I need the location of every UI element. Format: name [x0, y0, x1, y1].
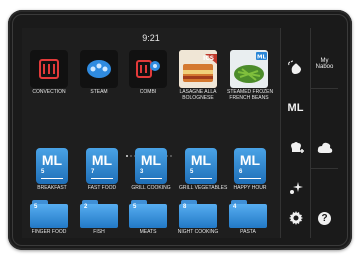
svg-text:ML: ML	[257, 55, 266, 61]
tile-combi[interactable]: COMBI	[126, 50, 170, 96]
svg-text:ICS: ICS	[203, 55, 214, 62]
main-grid: CONVECTION STEAM COMBI ICS LASAGNE ALLA …	[22, 48, 280, 238]
gear-icon	[288, 211, 303, 225]
tile-label: STEAMED FROZEN FRENCH BEANS	[227, 89, 274, 101]
ml-button[interactable]: ML	[281, 88, 310, 128]
my-naboo-logo[interactable]: My Naboo	[310, 44, 338, 84]
hand-wave-button[interactable]	[281, 48, 310, 88]
folder-finger-food[interactable]: 5 FINGER FOOD	[27, 194, 71, 236]
tile-label: COMBI	[139, 89, 157, 95]
combi-icon	[129, 50, 167, 88]
ml-card-grill-cooking[interactable]: ML 3 GRILL COOKING	[129, 148, 173, 192]
folder-icon: 5	[129, 200, 167, 228]
tile-steam[interactable]: STEAM	[77, 50, 121, 96]
convection-icon	[30, 50, 68, 88]
tile-lasagne[interactable]: ICS LASAGNE ALLA BOLOGNESE	[176, 50, 220, 101]
ml-card-happy-hour[interactable]: ML 6 HAPPY HOUR	[228, 148, 272, 192]
tile-convection[interactable]: CONVECTION	[27, 50, 71, 96]
folder-icon: 2	[80, 200, 118, 228]
ml-card-icon: ML 7	[86, 148, 118, 184]
settings-button[interactable]	[281, 198, 310, 238]
oven-screen: 9:21 CONVECTION STEAM COMBI ICS LASAGNE …	[22, 28, 338, 238]
tile-french-beans[interactable]: ML STEAMED FROZEN FRENCH BEANS	[227, 50, 274, 101]
chef-hat-plus-icon	[290, 142, 304, 153]
steam-icon	[80, 50, 118, 88]
ml-card-breakfast[interactable]: ML 5 BREAKFAST	[30, 148, 74, 192]
folder-icon: 8	[179, 200, 217, 228]
tile-label: CONVECTION	[32, 89, 66, 95]
folder-pasta[interactable]: 4 PASTA	[226, 194, 270, 236]
status-time: 9:21	[142, 33, 160, 43]
folder-night-cooking[interactable]: 8 NIGHT COOKING	[176, 194, 220, 236]
lasagne-photo: ICS	[179, 50, 217, 88]
sparkle-icon	[289, 182, 303, 194]
ml-card-icon: ML 3	[135, 148, 167, 184]
tile-label: STEAM	[90, 89, 108, 95]
folder-fish[interactable]: 2 FISH	[77, 194, 121, 236]
help-button[interactable]: ?	[310, 198, 338, 238]
hand-wave-icon	[287, 60, 301, 74]
help-icon: ?	[318, 211, 331, 225]
folder-meats[interactable]: 5 MEATS	[126, 194, 170, 236]
ml-card-icon: ML 5	[185, 148, 217, 184]
beans-photo: ML	[230, 50, 268, 88]
folder-icon: 4	[229, 200, 267, 228]
folder-icon: 5	[30, 200, 68, 228]
ml-card-fast-food[interactable]: ML 7 FAST FOOD	[80, 148, 124, 192]
ml-card-icon: ML 6	[234, 148, 266, 184]
ml-card-grill-vegetables[interactable]: ML 5 GRILL VEGETABLES	[179, 148, 227, 192]
sidebar: My Naboo ML ?	[280, 28, 338, 238]
tile-label: LASAGNE ALLA BOLOGNESE	[179, 89, 217, 101]
cloud-icon	[317, 142, 332, 153]
recipe-button[interactable]	[281, 128, 310, 168]
cloud-button[interactable]	[310, 128, 338, 168]
ml-card-icon: ML 5	[36, 148, 68, 184]
